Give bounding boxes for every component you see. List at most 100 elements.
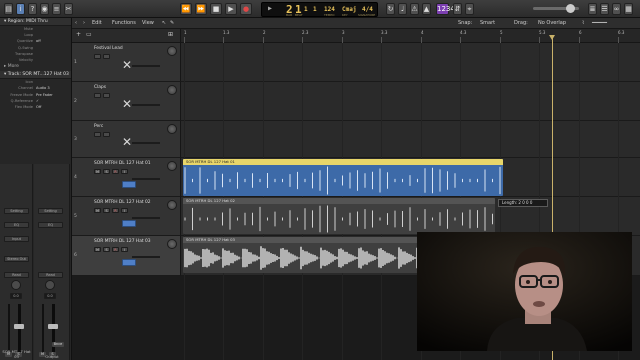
mute-button[interactable]: M — [94, 208, 101, 213]
tuner-icon[interactable]: ♩ — [398, 3, 407, 15]
track-param-row-value[interactable]: Pre Fader — [36, 92, 53, 98]
solo-button[interactable]: S — [103, 208, 110, 213]
track-name[interactable]: Perc — [94, 124, 103, 129]
track-volume-slider[interactable] — [132, 216, 160, 219]
region-param-row[interactable]: Velocity — [0, 57, 71, 63]
forward-button[interactable]: ⏩ — [195, 3, 207, 15]
help-icon[interactable]: ? — [28, 3, 37, 15]
track-pan-knob[interactable] — [167, 85, 177, 95]
track-lane[interactable] — [181, 43, 640, 82]
automation-read-button[interactable]: Read — [4, 272, 29, 278]
inspector-icon[interactable]: i — [16, 3, 25, 15]
track-volume-slider[interactable] — [132, 256, 160, 258]
record-enable-button[interactable]: R — [112, 208, 119, 213]
setting-button[interactable]: Setting — [4, 208, 29, 214]
region-inspector-header[interactable]: ▾ Region: MIDI Thru — [0, 18, 71, 26]
track-name[interactable]: Claps — [94, 85, 106, 90]
more-toggle[interactable]: ▸ More — [0, 63, 71, 72]
audio-region[interactable]: SOR MTRH DL 127 Hat 02 — [183, 198, 495, 234]
record-enable-button[interactable]: R — [112, 247, 119, 252]
track-param-row-value[interactable]: Audio 3 — [36, 85, 50, 91]
input-button[interactable]: Input — [4, 236, 29, 242]
input-monitor-button[interactable]: I — [121, 208, 128, 213]
loops-icon[interactable]: ∞ — [612, 3, 621, 15]
eq-button[interactable]: EQ — [4, 222, 29, 228]
zoom-slider-icon[interactable]: ━━━━━ — [592, 19, 607, 28]
input-monitor-button[interactable]: I — [121, 169, 128, 174]
bounce-button[interactable]: Bnce — [52, 342, 64, 347]
volume-fader-cap[interactable] — [14, 324, 24, 329]
view-menu[interactable]: View — [142, 19, 154, 28]
add-track-icon[interactable]: + — [76, 31, 81, 38]
output-fader-cap[interactable] — [48, 324, 58, 329]
library-icon[interactable]: ▤ — [4, 3, 13, 15]
mute-button[interactable] — [94, 132, 101, 137]
notepad-icon[interactable]: ≣ — [588, 3, 597, 15]
mute-button[interactable]: M — [94, 169, 101, 174]
cycle-icon[interactable]: ↻ — [386, 3, 395, 15]
folder-icon[interactable]: ▭ — [86, 31, 92, 38]
track-param-row-value[interactable]: ✓ — [36, 98, 39, 104]
track-header[interactable]: 4 SOR MTRH DL 127 Hat 01 M S R I — [72, 158, 181, 197]
track-lane[interactable] — [181, 82, 640, 121]
track-volume-slider[interactable] — [132, 177, 160, 180]
track-header[interactable]: 2 Claps ✕ — [72, 82, 181, 121]
waveform-zoom-icon[interactable]: ⌇ — [582, 19, 584, 28]
solo-button[interactable] — [103, 93, 110, 98]
audio-region[interactable]: SOR MTRH DL 127 Hat 01 — [183, 159, 503, 196]
input-monitor-button[interactable]: I — [121, 247, 128, 252]
track-inspector-header[interactable]: ▾ Track: SOR MT...127 Hat 03 — [0, 71, 71, 80]
replace-icon[interactable]: ⇵ — [453, 3, 462, 15]
pan-knob[interactable] — [11, 280, 21, 290]
track-param-row[interactable]: Flex Mode Off — [0, 104, 71, 110]
track-header[interactable]: 3 Perc ✕ — [72, 121, 181, 158]
track-pan-knob[interactable] — [167, 200, 177, 210]
rewind-button[interactable]: ⏪ — [180, 3, 192, 15]
list-icon[interactable]: ☰ — [600, 3, 609, 15]
track-header[interactable]: 6 SOR MTRH DL 127 Hat 03 M S R I — [72, 236, 181, 276]
playhead-marker-icon[interactable] — [549, 35, 555, 40]
mute-button[interactable] — [94, 93, 101, 98]
output-read-button[interactable]: Read — [38, 272, 63, 278]
track-name[interactable]: SOR MTRH DL 127 Hat 03 — [94, 239, 151, 244]
smart-controls-icon[interactable]: ◉ — [40, 3, 49, 15]
mute-button[interactable]: M — [94, 247, 101, 252]
drag-dropdown[interactable]: No Overlap — [538, 19, 566, 28]
output-eq-button[interactable]: EQ — [38, 222, 63, 228]
record-button[interactable]: ● — [240, 3, 252, 15]
record-enable-button[interactable]: R — [112, 169, 119, 174]
track-name[interactable]: SOR MTRH DL 127 Hat 02 — [94, 200, 151, 205]
track-name[interactable]: SOR MTRH DL 127 Hat 01 — [94, 161, 151, 166]
output-setting-button[interactable]: Setting — [38, 208, 63, 214]
solo-button[interactable] — [103, 132, 110, 137]
track-pan-knob[interactable] — [167, 124, 177, 134]
scissors-icon[interactable]: ✂ — [64, 3, 73, 15]
solo-button[interactable] — [103, 54, 110, 59]
output-pan-knob[interactable] — [45, 280, 55, 290]
track-param-row-value[interactable]: Off — [36, 104, 41, 110]
track-volume-slider[interactable] — [132, 141, 160, 144]
stop-button[interactable]: ■ — [210, 3, 222, 15]
timeline-ruler[interactable]: 1 1.3 2 2.3 3 3.3 4 4.3 5 5.3 6 6.3 — [181, 29, 640, 43]
region-param-row-value[interactable]: off — [36, 38, 41, 44]
track-header[interactable]: 5 SOR MTRH DL 127 Hat 02 M S R I — [72, 197, 181, 236]
track-volume-slider[interactable] — [132, 103, 160, 106]
mixer-icon[interactable]: ≡ — [52, 3, 61, 15]
track-pan-knob[interactable] — [167, 161, 177, 171]
browser-icon[interactable]: ▦ — [624, 3, 633, 15]
track-pan-knob[interactable] — [167, 46, 177, 56]
track-header[interactable]: 1 Festival Lead ✕ — [72, 43, 181, 82]
pointer-tool-icon[interactable]: ↖ — [162, 19, 166, 28]
track-lane[interactable] — [181, 121, 640, 158]
master-volume-knob[interactable] — [566, 4, 575, 13]
pencil-tool-icon[interactable]: ✎ — [170, 19, 174, 28]
output-button[interactable]: Stereo Out — [4, 256, 29, 262]
chevron-right-icon[interactable]: › — [83, 19, 85, 28]
solo-icon[interactable]: ⚠ — [410, 3, 419, 15]
count-in-badge[interactable]: 1234 — [436, 3, 455, 15]
play-button[interactable]: ▶ — [225, 3, 237, 15]
functions-menu[interactable]: Functions — [112, 19, 136, 28]
edit-menu[interactable]: Edit — [92, 19, 102, 28]
track-name[interactable]: Festival Lead — [94, 46, 123, 51]
track-volume-slider[interactable] — [132, 64, 160, 67]
